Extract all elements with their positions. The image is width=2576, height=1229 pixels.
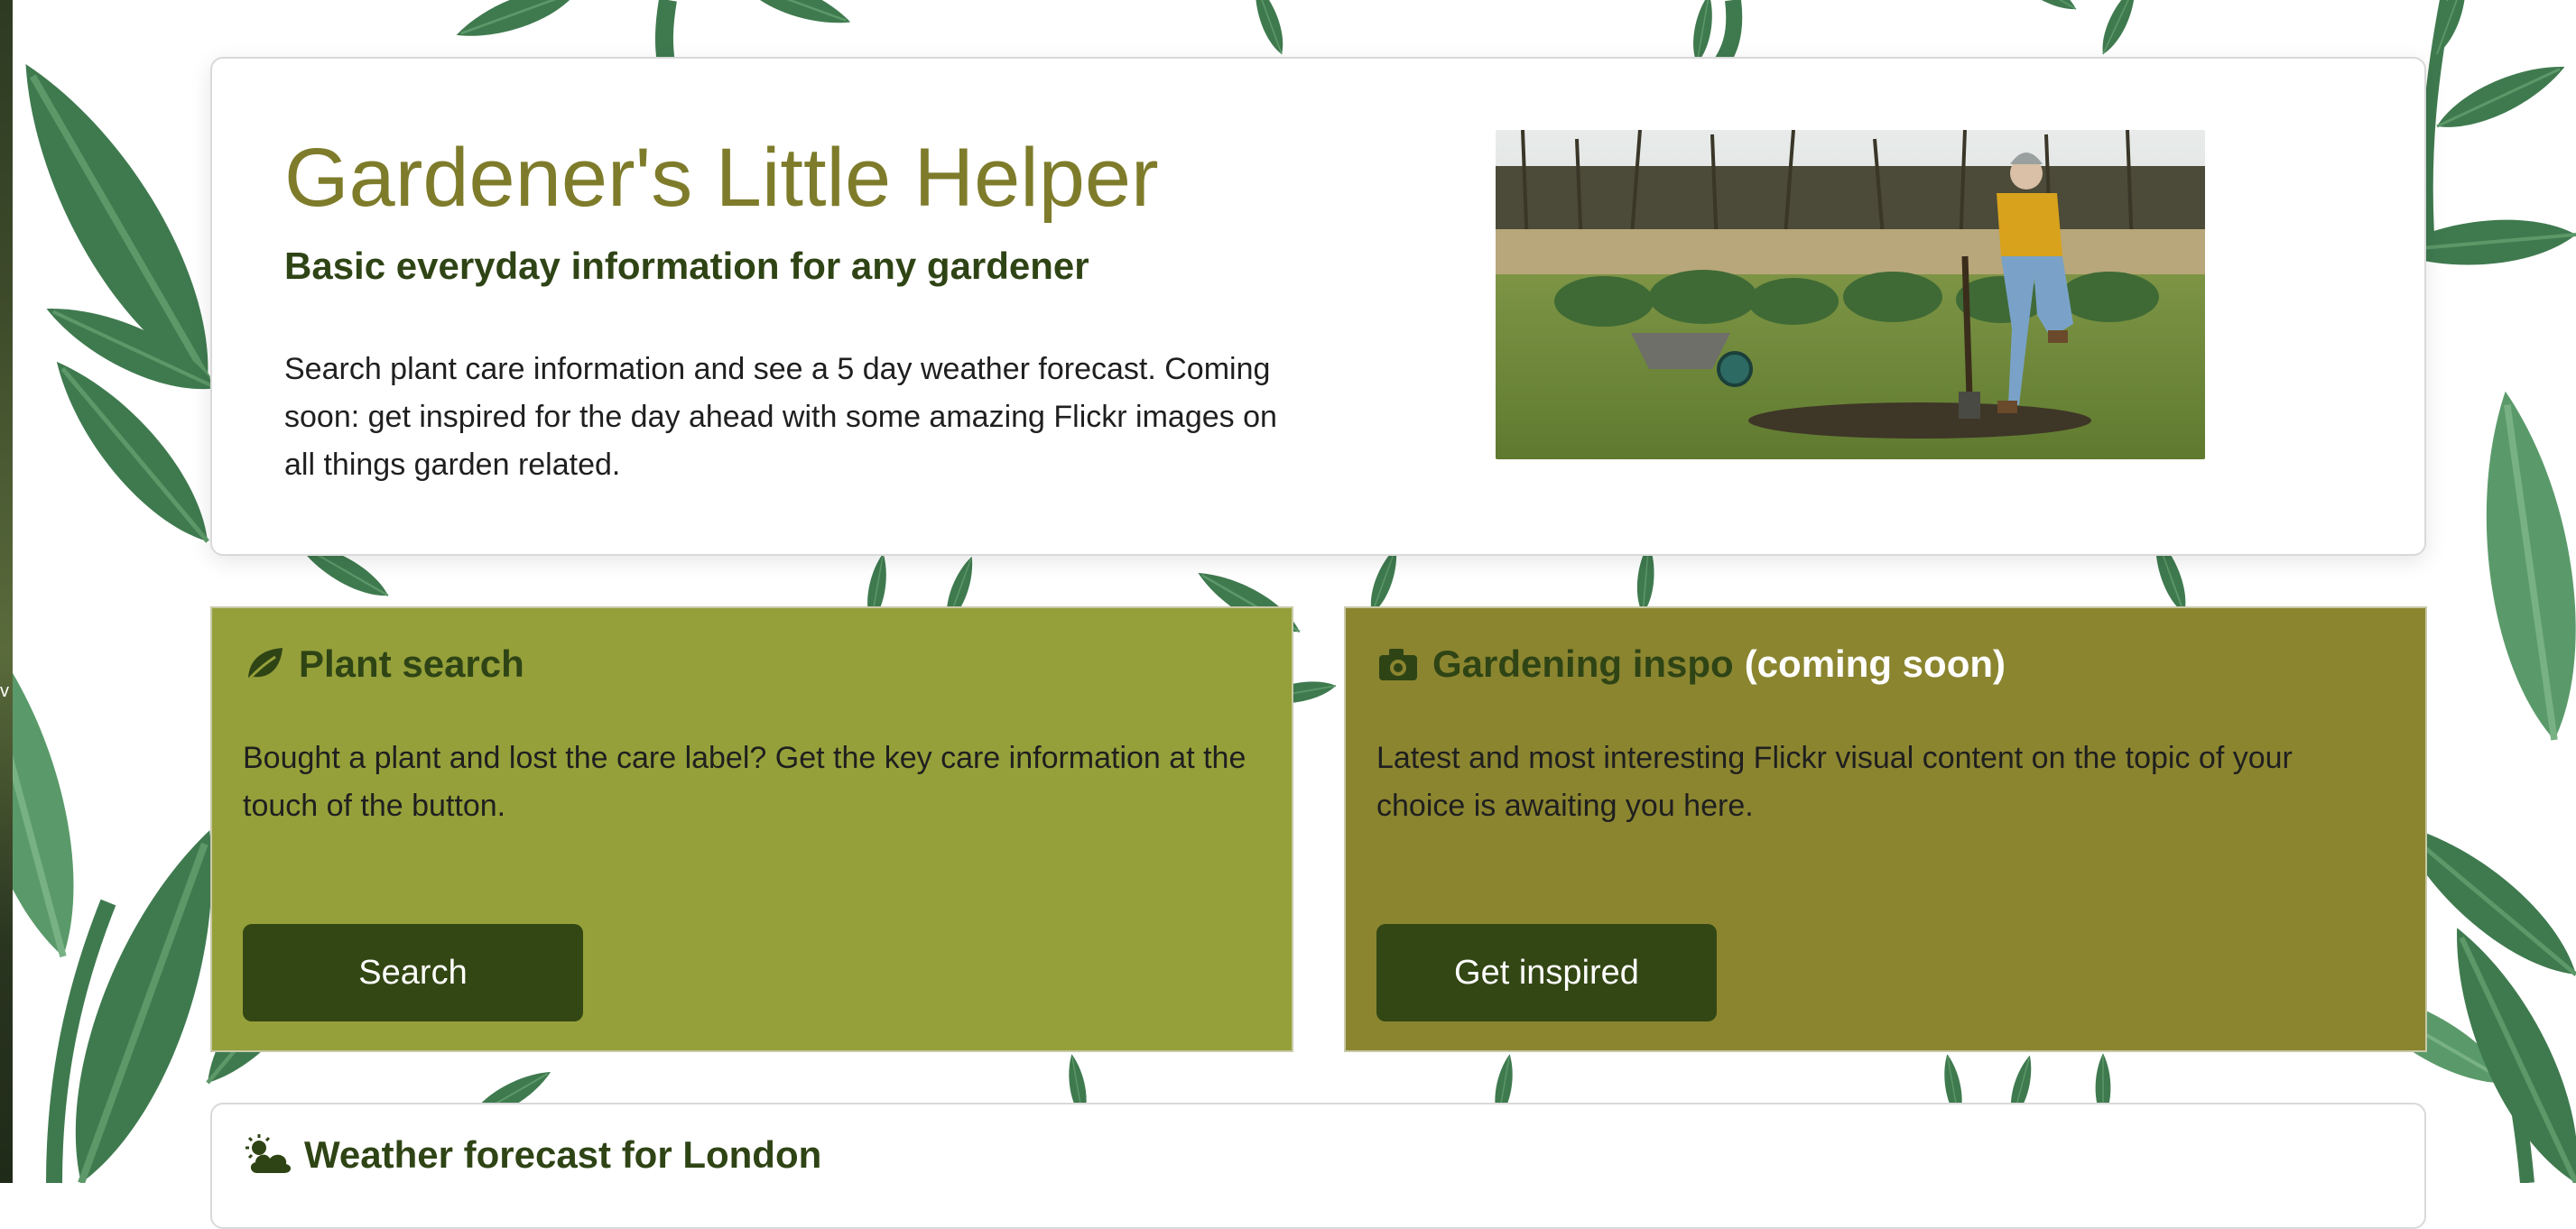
leaf-icon [245, 648, 283, 683]
weather-title: Weather forecast for London [304, 1133, 822, 1176]
gardening-inspo-card: Gardening inspo (coming soon) Latest and… [1344, 606, 2427, 1052]
coming-soon-label: (coming soon) [1744, 642, 2006, 685]
weather-card: Weather forecast for London [210, 1103, 2426, 1229]
gardening-inspo-heading: Gardening inspo (coming soon) [1376, 642, 2006, 686]
page-subtitle: Basic everyday information for any garde… [284, 245, 1089, 287]
cloud-sun-icon [246, 1134, 292, 1173]
plant-search-heading: Plant search [243, 642, 524, 686]
search-button[interactable]: Search [243, 924, 583, 1021]
gardener-photo [1496, 130, 2205, 459]
plant-search-card: Plant search Bought a plant and lost the… [210, 606, 1293, 1052]
gardening-inspo-title: Gardening inspo [1432, 642, 1734, 685]
gardening-inspo-description: Latest and most interesting Flickr visua… [1376, 741, 2293, 823]
plant-search-title: Plant search [299, 642, 524, 685]
hero-card: Gardener's Little Helper Basic everyday … [210, 57, 2426, 556]
page-title: Gardener's Little Helper [284, 132, 1159, 224]
desktop-edge: v [0, 0, 13, 1183]
plant-search-description: Bought a plant and lost the care label? … [243, 741, 1246, 823]
camera-icon [1379, 649, 1417, 680]
edge-sliver-text: v [0, 681, 9, 701]
weather-heading: Weather forecast for London [243, 1133, 821, 1177]
get-inspired-button[interactable]: Get inspired [1376, 924, 1717, 1021]
hero-description: Search plant care information and see a … [284, 352, 1277, 482]
